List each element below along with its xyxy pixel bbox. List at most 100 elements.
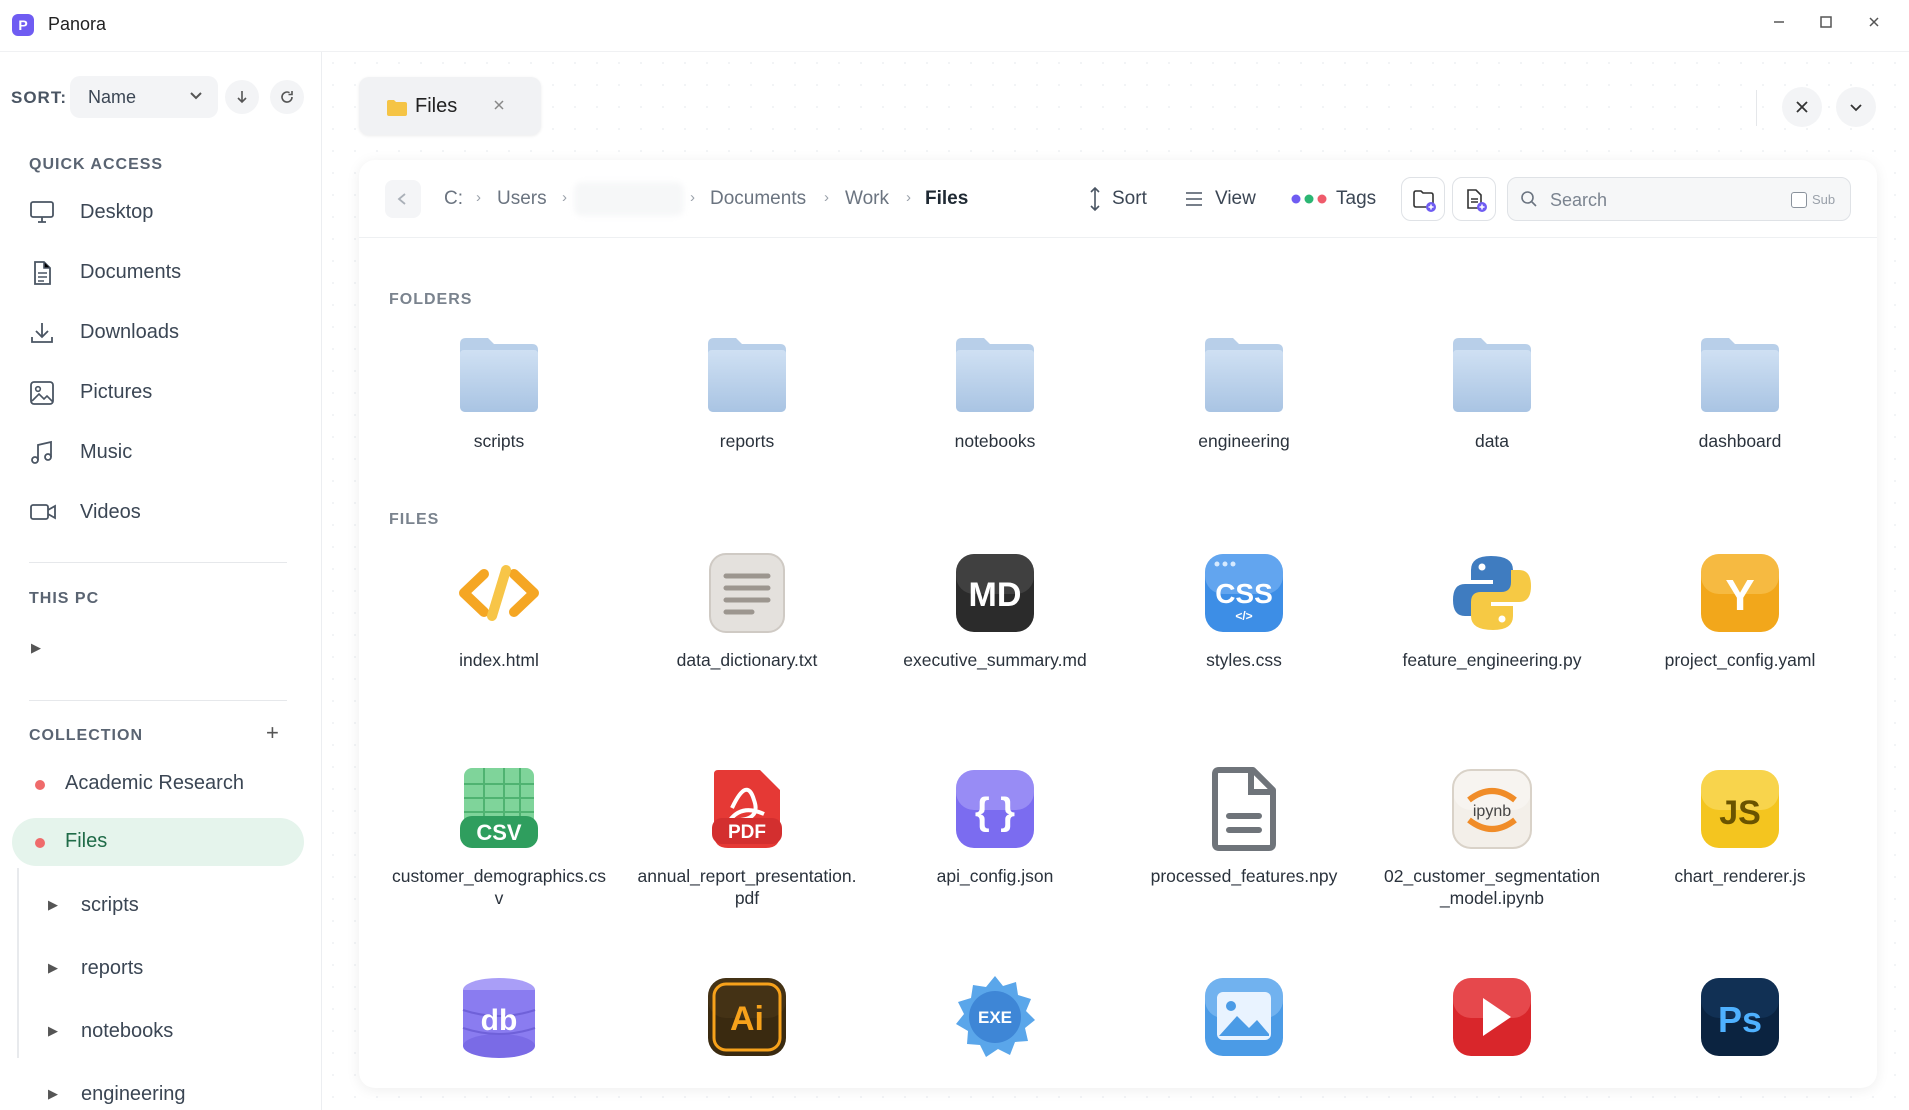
download-icon [31, 323, 53, 343]
expand-toggle[interactable]: ▶ [48, 960, 58, 976]
tree-item-engineering[interactable]: ▶ engineering [48, 1077, 288, 1110]
this-pc-toggle[interactable]: ▶ [31, 640, 41, 656]
collection-item-label: Files [65, 830, 108, 852]
view-button[interactable]: View [1215, 188, 1256, 210]
sidebar-item-desktop[interactable]: Desktop [29, 192, 299, 232]
sidebar-item-label: Documents [80, 261, 182, 283]
tree-item-label: scripts [81, 894, 139, 916]
app-title: Panora [48, 14, 107, 34]
chevron-down-icon [190, 92, 202, 100]
json-file-icon: { } [950, 764, 1040, 854]
svg-text:Ps: Ps [1718, 999, 1762, 1040]
search-input[interactable] [1550, 188, 1770, 212]
new-folder-button[interactable] [1401, 177, 1445, 221]
file-name: processed_features.npy [1150, 866, 1338, 886]
maximize-button[interactable] [1810, 10, 1842, 40]
subfolder-checkbox[interactable] [1791, 192, 1807, 208]
breadcrumb-item[interactable]: C: [444, 188, 463, 210]
refresh-button[interactable] [270, 80, 304, 114]
close-tabs-button[interactable] [1782, 87, 1822, 127]
folder-name: notebooks [954, 431, 1036, 451]
folder-name: reports [719, 431, 775, 451]
file-name: 02_customer_segmentation_model.ipynb [1384, 866, 1600, 908]
refresh-icon [281, 91, 293, 103]
svg-text:MD: MD [969, 576, 1022, 614]
sidebar-item-label: Downloads [80, 321, 179, 343]
file-name: executive_summary.md [903, 650, 1087, 670]
sidebar-item-label: Desktop [80, 201, 154, 223]
collection-item-academic-research[interactable]: Academic Research [12, 760, 304, 808]
tree-item-notebooks[interactable]: ▶ notebooks [48, 1014, 288, 1050]
sidebar-item-label: Videos [80, 501, 141, 523]
folder-icon [454, 330, 544, 420]
svg-text:Y: Y [1725, 571, 1754, 620]
sort-direction-button[interactable] [225, 80, 259, 114]
sidebar-item-music[interactable]: Music [29, 432, 299, 472]
markdown-file-icon: MD [950, 548, 1040, 638]
folder-name: dashboard [1698, 431, 1782, 451]
sidebar-item-pictures[interactable]: Pictures [29, 372, 299, 412]
pdf-file-icon: PDF [702, 764, 792, 854]
expand-toggle[interactable]: ▶ [48, 1023, 58, 1039]
image-icon [30, 381, 54, 405]
tree-item-reports[interactable]: ▶ reports [48, 951, 288, 987]
maximize-icon [1820, 16, 1832, 28]
toolbar: C: › Users › › Documents › Work › Files … [359, 160, 1877, 238]
tags-button[interactable]: Tags [1336, 188, 1376, 210]
music-icon [31, 440, 52, 464]
sidebar: SORT: Name QUICK ACCESS Desktop Document… [0, 52, 322, 1110]
minimize-icon [1774, 21, 1784, 23]
tree-item-scripts[interactable]: ▶ scripts [48, 888, 288, 924]
tree-item-label: engineering [81, 1083, 186, 1105]
file-name: customer_demographics.csv [392, 866, 606, 908]
folder-icon [387, 100, 407, 116]
breadcrumb-separator: › [476, 189, 481, 206]
breadcrumb-separator: › [824, 189, 829, 206]
tree-item-label: notebooks [81, 1020, 174, 1042]
svg-text:db: db [481, 1004, 518, 1037]
document-icon [34, 261, 51, 285]
folder-icon [950, 330, 1040, 420]
expand-toggle[interactable]: ▶ [48, 1086, 58, 1102]
svg-text:ipynb: ipynb [1473, 803, 1511, 820]
expand-toggle[interactable]: ▶ [48, 897, 58, 913]
folder-icon [1199, 330, 1289, 420]
back-button[interactable] [385, 180, 421, 218]
app-logo-icon: P [12, 14, 34, 36]
tabs-menu-button[interactable] [1836, 87, 1876, 127]
close-icon [1796, 101, 1808, 113]
image-file-icon [1199, 972, 1289, 1062]
html-file-icon [454, 548, 544, 638]
sidebar-item-documents[interactable]: Documents [29, 252, 299, 292]
svg-text:CSV: CSV [476, 820, 522, 845]
sort-arrows-icon [1090, 186, 1100, 212]
tree-item-label: reports [81, 957, 144, 979]
new-file-button[interactable] [1452, 177, 1496, 221]
folder-name: data [1474, 431, 1510, 451]
sidebar-item-videos[interactable]: Videos [29, 492, 299, 532]
python-file-icon [1447, 548, 1537, 638]
breadcrumb-item[interactable]: Documents [710, 188, 806, 210]
breadcrumb-item[interactable]: Users [497, 188, 547, 210]
illustrator-file-icon: Ai [702, 972, 792, 1062]
close-icon [494, 100, 504, 110]
file-name: chart_renderer.js [1674, 866, 1806, 886]
collection-title: COLLECTION [29, 727, 143, 744]
files-section-title: FILES [389, 511, 440, 528]
tab-files[interactable]: Files [359, 77, 541, 135]
close-icon [1869, 17, 1879, 27]
tag-dot [35, 838, 45, 848]
chevron-left-icon [397, 193, 406, 205]
minimize-button[interactable] [1763, 10, 1795, 40]
collection-item-files[interactable]: Files [12, 818, 304, 866]
sidebar-item-downloads[interactable]: Downloads [29, 312, 299, 352]
breadcrumb-item[interactable]: Work [845, 188, 889, 210]
search-box: Sub [1507, 177, 1851, 221]
tab-close-button[interactable] [492, 92, 506, 117]
add-collection-button[interactable]: + [266, 720, 279, 746]
sort-button[interactable]: Sort [1112, 188, 1147, 210]
close-window-button[interactable] [1858, 10, 1890, 40]
svg-text:Ai: Ai [730, 1000, 764, 1038]
generic-file-icon [1199, 764, 1289, 854]
sort-select[interactable]: Name [70, 76, 218, 118]
